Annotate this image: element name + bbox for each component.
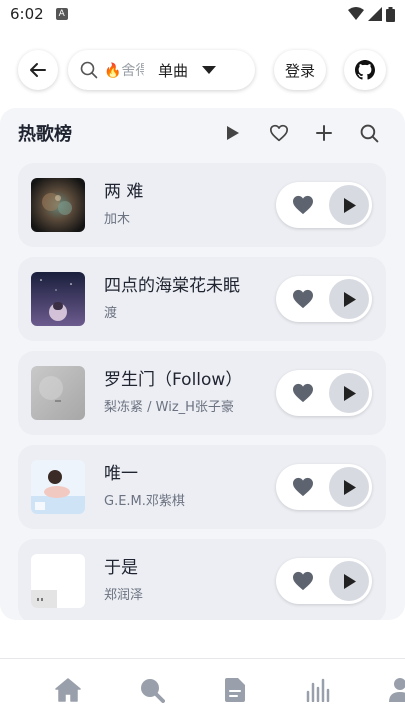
playlist-search-button[interactable] [357, 121, 381, 145]
heart-icon [293, 289, 313, 309]
notification-icon: A [55, 8, 68, 20]
explore-icon [141, 679, 165, 703]
battery-icon [386, 6, 395, 22]
like-button[interactable] [291, 287, 315, 311]
back-button[interactable] [18, 50, 58, 90]
song-artist: 郑润泽 [104, 588, 144, 603]
song-artist: 渡 [104, 306, 118, 321]
song-controls [276, 558, 372, 604]
play-icon [343, 385, 356, 401]
search-icon [360, 124, 378, 142]
status-bar: 6:02 A [0, 0, 405, 28]
github-icon [355, 60, 375, 80]
like-button[interactable] [291, 381, 315, 405]
play-button[interactable] [329, 185, 369, 225]
play-button[interactable] [329, 279, 369, 319]
nav-profile[interactable] [385, 675, 405, 705]
nav-library[interactable] [220, 675, 250, 705]
nav-explore[interactable] [137, 675, 167, 705]
play-icon [343, 291, 356, 307]
profile-icon [389, 678, 405, 702]
document-icon [225, 678, 245, 702]
song-item[interactable]: 唯一 G.E.M.邓紫棋 [18, 445, 386, 529]
heart-icon [293, 195, 313, 215]
song-title: 四点的海棠花未眠 [104, 276, 240, 296]
favorite-playlist-button[interactable] [267, 121, 291, 145]
play-all-button[interactable] [221, 121, 245, 145]
login-button[interactable]: 登录 [274, 50, 326, 90]
album-cover [31, 460, 85, 514]
nav-home[interactable] [53, 675, 83, 705]
search-bar[interactable]: 🔥舍得 单曲 [68, 50, 255, 90]
search-input[interactable]: 🔥舍得 [104, 60, 144, 80]
song-item[interactable]: 于是 郑润泽 [18, 539, 386, 620]
song-controls [276, 276, 372, 322]
song-artist: 加木 [104, 212, 131, 227]
home-icon [55, 678, 81, 702]
play-icon [227, 126, 239, 140]
song-controls [276, 370, 372, 416]
song-artist: 梨冻紧 / Wiz_H张子豪 [104, 400, 234, 415]
heart-icon [293, 477, 313, 497]
top-bar: 🔥舍得 单曲 登录 [0, 50, 405, 90]
song-item[interactable]: 罗生门（Follow） 梨冻紧 / Wiz_H张子豪 [18, 351, 386, 435]
song-controls [276, 464, 372, 510]
plus-icon [316, 125, 332, 141]
song-title: 唯一 [104, 464, 138, 484]
play-icon [343, 573, 356, 589]
heart-icon [293, 383, 313, 403]
add-button[interactable] [312, 121, 336, 145]
song-title: 于是 [104, 558, 138, 578]
heart-icon [293, 571, 313, 591]
wifi-icon [348, 7, 364, 20]
chevron-down-icon[interactable] [202, 65, 217, 75]
song-artist: G.E.M.邓紫棋 [104, 494, 185, 509]
song-title: 罗生门（Follow） [104, 370, 243, 390]
song-title: 两 难 [104, 182, 144, 202]
song-item[interactable]: 两 难 加木 [18, 163, 386, 247]
playlist-title: 热歌榜 [18, 124, 72, 145]
like-button[interactable] [291, 475, 315, 499]
album-cover [31, 272, 85, 326]
play-icon [343, 197, 356, 213]
status-icons [348, 6, 395, 22]
song-controls [276, 182, 372, 228]
like-button[interactable] [291, 193, 315, 217]
play-button[interactable] [329, 373, 369, 413]
nav-charts[interactable] [304, 675, 334, 705]
chart-icon [306, 678, 330, 702]
album-cover [31, 178, 85, 232]
heart-outline-icon [270, 124, 288, 142]
album-cover [31, 366, 85, 420]
search-icon [80, 61, 98, 79]
signal-icon [368, 7, 382, 21]
github-button[interactable] [344, 50, 386, 90]
like-button[interactable] [291, 569, 315, 593]
playlist-card: 热歌榜 两 难 加木 四点的海棠花未眠 渡 罗生门（Follow） 梨冻紧 / … [0, 108, 405, 620]
bottom-nav [0, 658, 405, 720]
play-button[interactable] [329, 467, 369, 507]
play-button[interactable] [329, 561, 369, 601]
search-type-select[interactable]: 单曲 [158, 60, 188, 81]
back-icon [30, 63, 46, 77]
song-item[interactable]: 四点的海棠花未眠 渡 [18, 257, 386, 341]
playlist-header: 热歌榜 [18, 120, 387, 146]
status-time: 6:02 [10, 5, 44, 23]
album-cover [31, 554, 85, 608]
play-icon [343, 479, 356, 495]
